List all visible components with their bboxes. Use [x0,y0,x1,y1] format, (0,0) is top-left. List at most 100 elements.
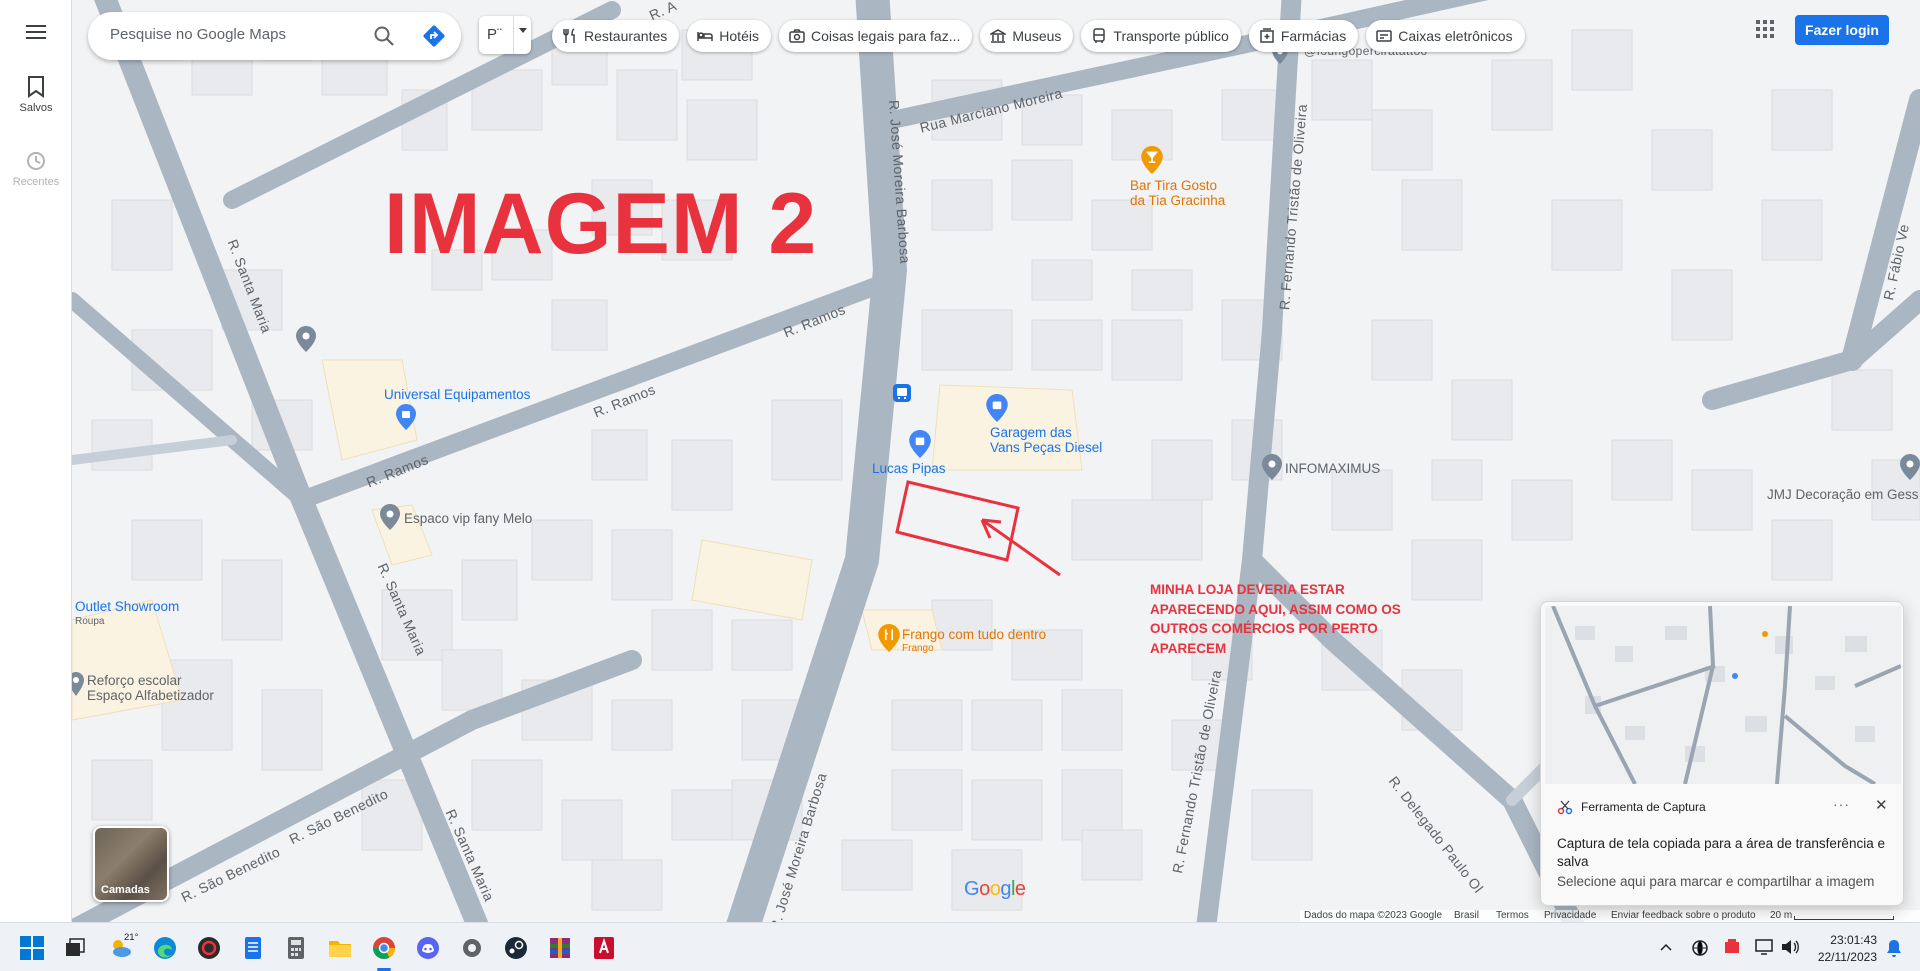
poi-espaco-vip[interactable]: Espaco vip fany Melo [404,511,532,526]
map-pin-icon[interactable] [72,672,84,696]
map-pin-icon[interactable] [1900,454,1920,480]
logo-letter: g [1000,878,1011,900]
file-explorer-icon[interactable] [327,935,353,961]
poi-frango[interactable]: Frango com tudo dentro [902,627,1046,642]
poi-garagem-1[interactable]: Garagem das [990,425,1072,440]
feedback-link[interactable]: Enviar feedback sobre o produto [1611,910,1756,921]
category-chips: Restaurantes Hotéis Coisas legais para f… [552,20,1525,52]
chip-things-to-do[interactable]: Coisas legais para faz... [778,20,973,52]
chip-hotels[interactable]: Hotéis [687,20,771,52]
chip-pharmacies[interactable]: Farmácias [1248,20,1359,52]
tray-app-icon[interactable] [1722,937,1742,957]
bookmark-icon [28,76,44,98]
poi-outlet[interactable]: Outlet Showroom [75,599,179,614]
directions-icon[interactable] [422,24,446,48]
bar-pin-icon[interactable] [1141,146,1163,174]
search-input[interactable] [110,26,360,43]
saved-label: Salvos [19,102,53,114]
pharmacy-icon [1260,28,1274,43]
layers-label: Camadas [101,884,150,896]
poi-infomaximus[interactable]: INFOMAXIMUS [1285,461,1380,476]
app-icon[interactable] [196,935,222,961]
shopping-pin-icon[interactable] [396,404,416,430]
map-pin-icon[interactable] [296,326,316,352]
scale-label[interactable]: 20 m [1770,910,1792,921]
network-icon[interactable] [1690,938,1710,956]
chevron-up-icon[interactable] [1660,942,1672,952]
discord-icon[interactable] [415,935,441,961]
chevron-down-icon[interactable] [513,16,531,54]
map-type-toggle[interactable]: P¨ [479,16,531,54]
chip-label: Farmácias [1280,28,1347,44]
chip-restaurants[interactable]: Restaurantes [552,20,680,52]
winrar-icon[interactable] [547,935,573,961]
recent-button[interactable]: Recentes [0,150,72,188]
login-button[interactable]: Fazer login [1795,15,1889,45]
annotation-note: MINHA LOJA DEVERIA ESTAR APARECENDO AQUI… [1150,582,1401,656]
volume-icon[interactable] [1780,938,1800,956]
scale-bar [1794,916,1894,920]
terms-link[interactable]: Termos [1496,910,1529,921]
clock-date[interactable]: 22/11/2023 [1806,950,1877,964]
shopping-pin-icon[interactable] [909,430,931,458]
poi-bar-2[interactable]: da Tia Gracinha [1130,193,1225,208]
poi-universal[interactable]: Universal Equipamentos [384,387,530,402]
edge-icon[interactable] [152,935,178,961]
apps-grid-icon[interactable] [1756,20,1774,38]
privacy-link[interactable]: Privacidade [1544,910,1596,921]
country-link[interactable]: Brasil [1454,910,1479,921]
recent-label: Recentes [12,176,60,188]
poi-garagem-2[interactable]: Vans Peças Diesel [990,440,1102,455]
logo-letter: o [979,878,990,900]
google-logo: Google [964,878,1026,901]
shopping-pin-icon[interactable] [986,394,1008,422]
restaurant-pin-icon[interactable] [878,624,900,652]
notification-bell-icon[interactable] [1885,938,1903,958]
logo-letter: e [1014,878,1026,900]
clock-time[interactable]: 23:01:43 [1815,933,1877,947]
chip-museums[interactable]: Museus [980,20,1074,52]
screenshot-thumbnail[interactable] [1545,606,1901,784]
notepad-icon[interactable] [240,935,266,961]
autocad-icon[interactable] [591,935,617,961]
notification-subtext: Selecione aqui para marcar e compartilha… [1557,874,1875,889]
atm-icon [1376,30,1392,42]
poi-outlet-sub: Roupa [75,616,105,627]
map-pin-icon[interactable] [380,504,400,530]
poi-frango-sub: Frango [902,643,934,654]
task-view-icon[interactable] [62,935,88,961]
snipping-tool-icon [1557,800,1573,815]
more-options-button[interactable]: ··· [1833,796,1850,812]
chip-atms[interactable]: Caixas eletrônicos [1366,20,1525,52]
search-icon[interactable] [373,25,395,47]
chip-label: Transporte público [1113,28,1229,44]
menu-button[interactable] [0,24,72,44]
calculator-icon[interactable] [283,935,309,961]
notification-message: Captura de tela copiada para a área de t… [1557,836,1885,869]
windows-start-icon[interactable] [19,935,45,961]
saved-button[interactable]: Salvos [0,76,72,114]
display-icon[interactable] [1754,937,1774,957]
poi-bar-1[interactable]: Bar Tira Gosto [1130,178,1217,193]
poi-reforco-1[interactable]: Reforço escolar [87,673,182,688]
capture-notification[interactable]: Ferramenta de Captura ··· ✕ Captura de t… [1540,601,1904,906]
history-icon [27,152,45,170]
bus-stop-icon[interactable] [893,384,911,402]
camera-icon [789,29,805,43]
map-pin-icon[interactable] [1262,454,1282,480]
chrome-icon[interactable] [371,935,397,961]
poi-jmj[interactable]: JMJ Decoração em Gess [1767,487,1919,502]
poi-reforco-2[interactable]: Espaço Alfabetizador [87,688,214,703]
chip-label: Museus [1012,28,1062,44]
taskbar: 21° 23:01:43 22/11/2023 [0,922,1920,971]
left-rail: Salvos Recentes [0,0,72,922]
bed-icon [697,32,714,41]
logo-letter: G [964,878,980,900]
poi-lucas-pipas[interactable]: Lucas Pipas [872,461,946,476]
settings-gear-icon[interactable] [459,935,485,961]
close-button[interactable]: ✕ [1875,796,1888,814]
chip-transit[interactable]: Transporte público [1081,20,1241,52]
steam-icon[interactable] [503,935,529,961]
layers-button[interactable]: Camadas [93,826,169,902]
hamburger-icon [26,25,46,39]
